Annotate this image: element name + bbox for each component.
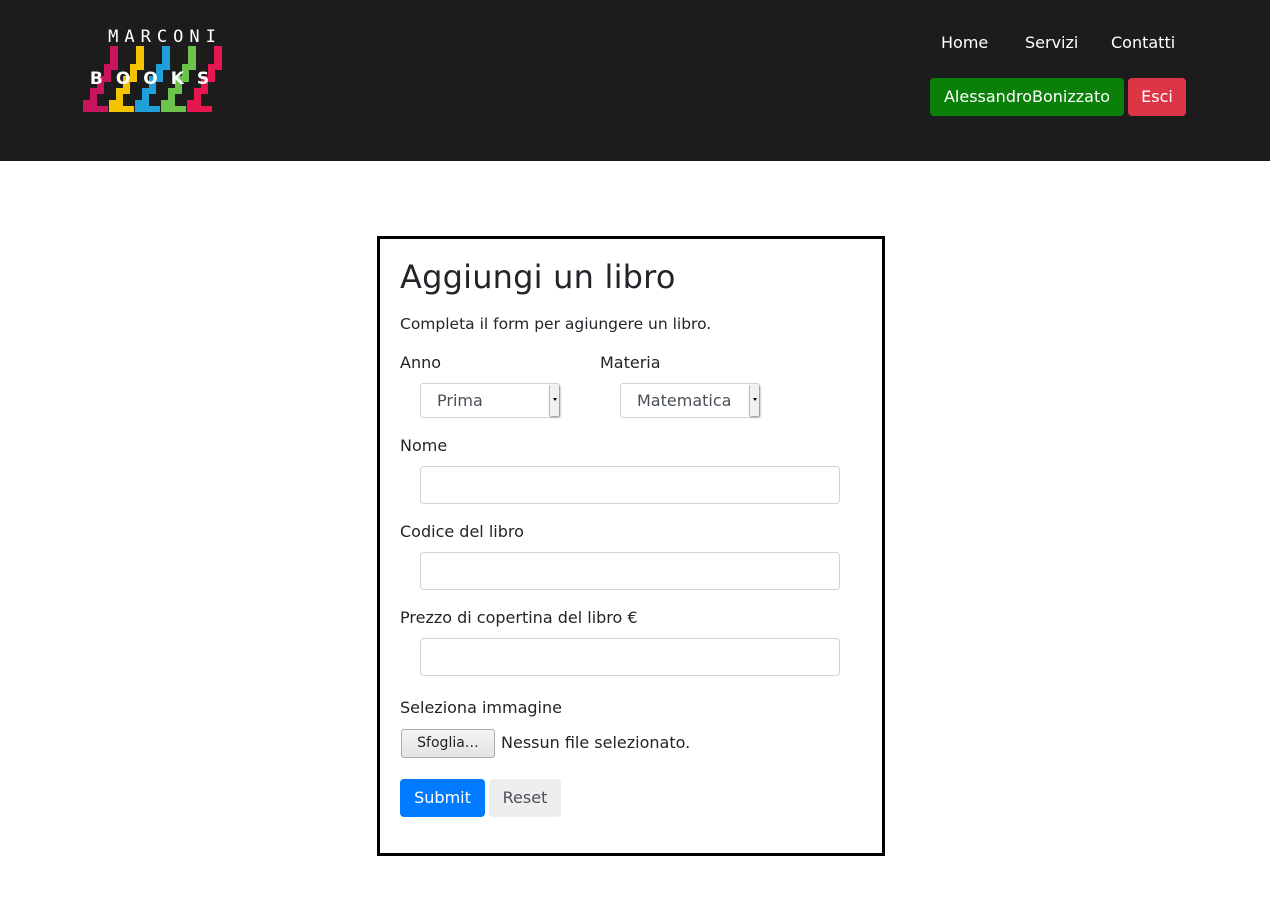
dropdown-arrow-icon[interactable] bbox=[749, 385, 759, 416]
codice-input[interactable] bbox=[420, 552, 840, 590]
nome-label: Nome bbox=[400, 436, 448, 455]
browse-file-button[interactable]: Sfoglia… bbox=[401, 729, 495, 758]
site-header: MARCONI BOOKS Home Servizi Contatti Ales… bbox=[0, 0, 1270, 161]
reset-button[interactable]: Reset bbox=[489, 779, 561, 817]
prezzo-input[interactable] bbox=[420, 638, 840, 676]
nome-input[interactable] bbox=[420, 466, 840, 504]
nav-servizi-link[interactable]: Servizi bbox=[1025, 33, 1078, 53]
materia-selected-value: Matematica bbox=[637, 391, 732, 410]
materia-label: Materia bbox=[600, 353, 661, 372]
nav-contatti-link[interactable]: Contatti bbox=[1111, 33, 1175, 53]
form-title: Aggiungi un libro bbox=[400, 258, 676, 296]
svg-text:MARCONI: MARCONI bbox=[108, 27, 222, 47]
codice-label: Codice del libro bbox=[400, 522, 524, 541]
dropdown-arrow-icon[interactable] bbox=[549, 385, 559, 416]
anno-label: Anno bbox=[400, 353, 442, 372]
anno-select[interactable]: Prima bbox=[420, 383, 560, 418]
form-subtitle: Completa il form per agiungere un libro. bbox=[400, 315, 712, 333]
anno-selected-value: Prima bbox=[437, 391, 483, 410]
user-profile-button[interactable]: AlessandroBonizzato bbox=[930, 78, 1124, 116]
materia-select[interactable]: Matematica bbox=[620, 383, 760, 418]
svg-text:BOOKS: BOOKS bbox=[90, 69, 222, 89]
logout-button[interactable]: Esci bbox=[1128, 78, 1186, 116]
prezzo-label: Prezzo di copertina del libro € bbox=[400, 608, 638, 627]
file-status-text: Nessun file selezionato. bbox=[501, 733, 691, 752]
marconi-books-logo[interactable]: MARCONI BOOKS bbox=[83, 26, 239, 114]
immagine-label: Seleziona immagine bbox=[400, 698, 562, 717]
submit-button[interactable]: Submit bbox=[400, 779, 485, 817]
nav-home-link[interactable]: Home bbox=[941, 33, 988, 53]
